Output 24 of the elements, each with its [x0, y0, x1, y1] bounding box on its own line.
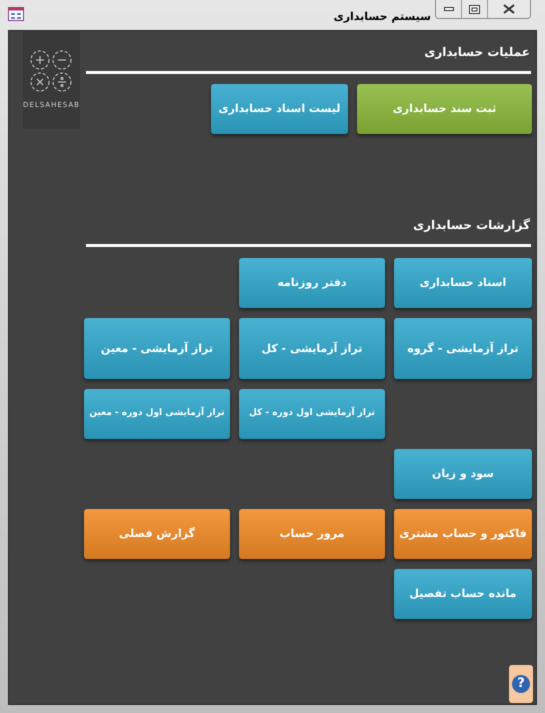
menu-button[interactable]: تراز آزمایشی - گروه — [394, 318, 532, 379]
logo-icon — [30, 50, 72, 92]
minimize-button[interactable] — [436, 0, 462, 18]
menu-button[interactable]: گزارش فصلی — [84, 509, 230, 559]
window-title: سیستم حسابداری — [334, 9, 431, 25]
section-heading: عملیات حسابداری — [423, 44, 531, 61]
menu-button[interactable]: تراز آزمایشی اول دوره - معین — [84, 389, 230, 439]
menu-button[interactable]: تراز آزمایشی اول دوره - کل — [238, 389, 385, 439]
menu-button[interactable]: مرور حساب — [238, 509, 385, 559]
menu-button[interactable]: سود و زیان — [394, 449, 532, 499]
menu-button[interactable]: فاکتور و حساب مشتری — [394, 509, 532, 559]
section-heading: گزارشات حسابداری — [412, 217, 531, 234]
menu-button[interactable]: تراز آزمایشی - کل — [238, 318, 385, 379]
menu-button[interactable]: ثبت سند حسابداری — [356, 84, 532, 134]
minimize-icon — [444, 7, 454, 11]
menu-button[interactable]: دفتر روزنامه — [238, 258, 385, 308]
help-button[interactable]: ? — [509, 665, 533, 703]
menu-button[interactable]: اسناد حسابداری — [394, 258, 532, 308]
maximize-icon — [469, 4, 480, 14]
form-icon — [8, 7, 24, 21]
menu-button[interactable]: تراز آزمایشی - معین — [84, 318, 230, 379]
menu-button[interactable]: لیست اسناد حسابداری — [210, 84, 348, 134]
menu-button[interactable]: مانده حساب تفصیل — [394, 569, 532, 619]
close-icon — [503, 4, 515, 14]
